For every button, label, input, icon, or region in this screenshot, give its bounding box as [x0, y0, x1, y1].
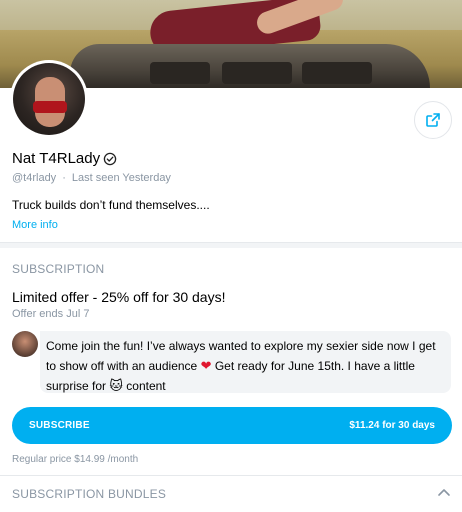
- profile-display-name: Nat T4RLady: [12, 150, 101, 167]
- share-button[interactable]: [414, 101, 452, 139]
- verified-badge-icon: [103, 152, 117, 165]
- meta-separator: ·: [62, 172, 66, 184]
- promo-message-text: content: [126, 379, 166, 393]
- profile-handle[interactable]: @t4rlady: [12, 172, 56, 184]
- more-info-link[interactable]: More info: [12, 219, 58, 231]
- offer-title: Limited offer - 25% off for 30 days!: [12, 289, 226, 305]
- profile-meta: @t4rlady · Last seen Yesterday: [12, 172, 171, 184]
- profile-bio: Truck builds don’t fund themselves....: [12, 198, 210, 212]
- subscription-bundles-title: SUBSCRIPTION BUNDLES: [12, 487, 167, 501]
- cat-emoji-icon: 🐱: [109, 378, 123, 393]
- subscribe-price: $11.24 for 30 days: [349, 420, 435, 431]
- subscription-section-title: SUBSCRIPTION: [12, 262, 105, 276]
- promo-message-bubble: Come join the fun! I’ve always wanted to…: [40, 331, 451, 393]
- subscribe-button[interactable]: SUBSCRIBE $11.24 for 30 days: [12, 407, 452, 444]
- regular-price: Regular price $14.99 /month: [12, 454, 139, 465]
- section-divider: [0, 242, 462, 248]
- heart-emoji-icon: ❤: [200, 358, 212, 373]
- chevron-up-icon[interactable]: [437, 487, 451, 497]
- message-avatar: [12, 331, 38, 357]
- profile-name-row: Nat T4RLady: [12, 150, 117, 167]
- subscribe-label: SUBSCRIBE: [29, 420, 90, 431]
- offer-expiry: Offer ends Jul 7: [12, 308, 90, 320]
- last-seen-status: Last seen Yesterday: [71, 172, 171, 184]
- profile-avatar[interactable]: [10, 60, 88, 138]
- share-icon: [426, 113, 440, 127]
